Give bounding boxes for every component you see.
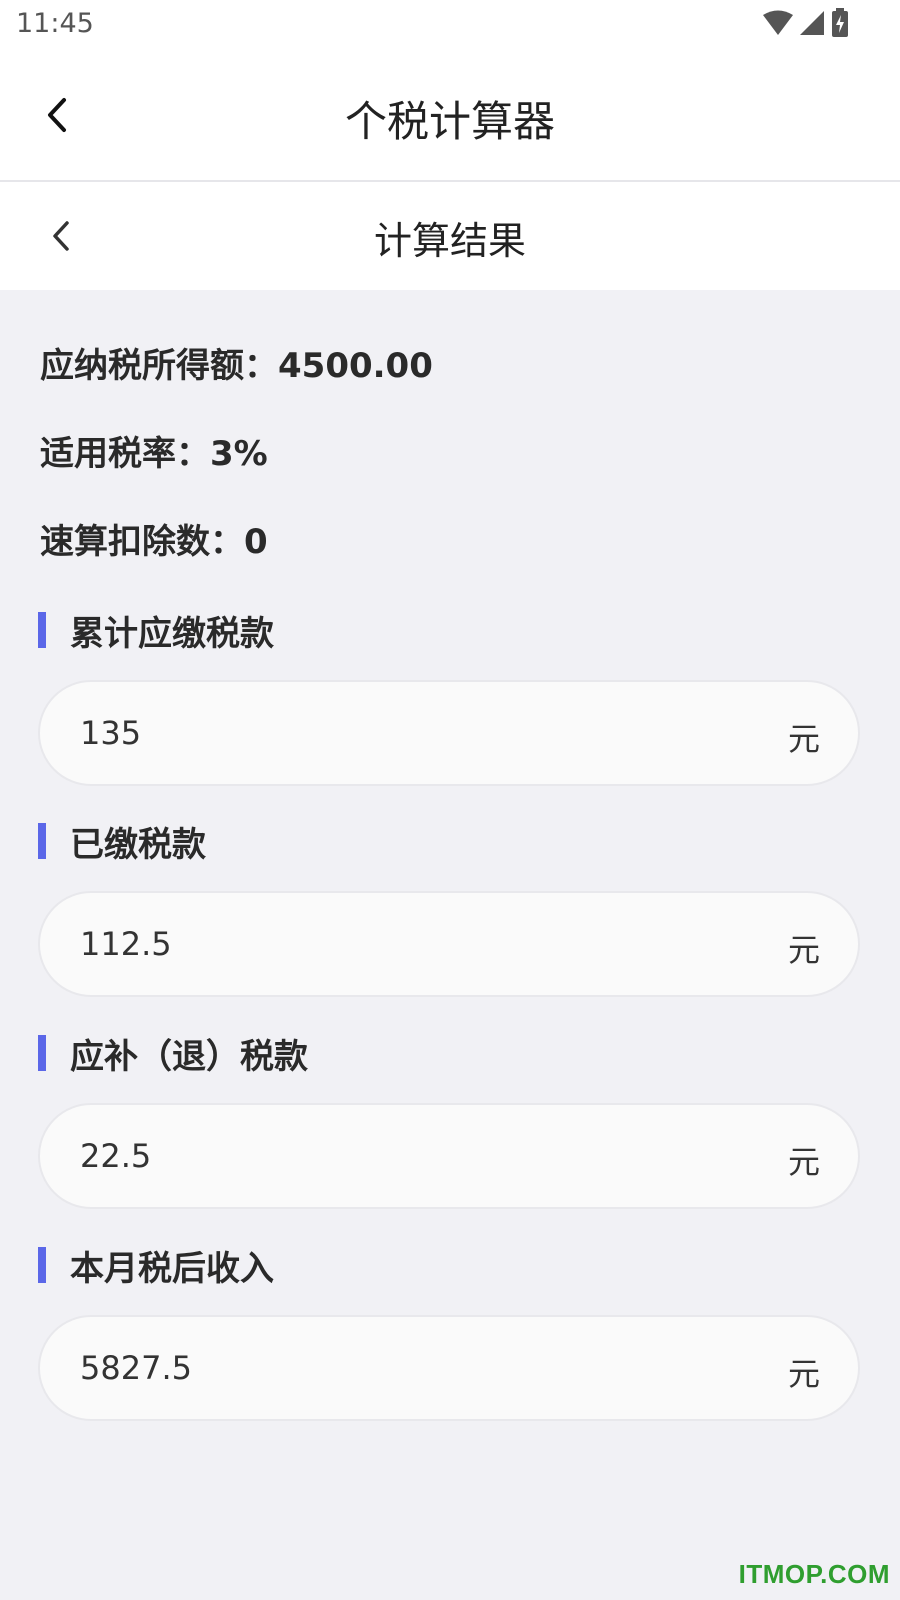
app-bar: 个税计算器 xyxy=(0,50,900,182)
summary-value: 3% xyxy=(210,434,268,474)
field-value: 5827.5 xyxy=(80,1349,192,1387)
section-paid-tax: 已缴税款 xyxy=(38,821,206,865)
sub-title: 计算结果 xyxy=(373,219,526,263)
summary-label: 速算扣除数： xyxy=(40,522,244,562)
section-title: 已缴税款 xyxy=(70,824,206,865)
cumulative-tax-field[interactable]: 135 元 xyxy=(38,680,860,786)
section-accent-bar xyxy=(38,612,46,648)
watermark: ITMOP.COM xyxy=(738,1559,890,1589)
wifi-icon xyxy=(762,10,794,40)
section-cumulative-tax: 累计应缴税款 xyxy=(38,610,274,654)
section-title: 应补（退）税款 xyxy=(70,1036,308,1077)
status-icons xyxy=(762,8,850,42)
field-unit: 元 xyxy=(787,1355,820,1393)
paid-tax-field[interactable]: 112.5 元 xyxy=(38,891,860,997)
summary-value: 4500.00 xyxy=(278,346,433,386)
section-title: 本月税后收入 xyxy=(70,1248,274,1289)
quick-deduction-row: 速算扣除数：0 xyxy=(40,514,268,563)
taxable-income-row: 应纳税所得额：4500.00 xyxy=(40,338,433,387)
status-time: 11:45 xyxy=(16,8,94,39)
status-bar: 11:45 xyxy=(0,0,900,50)
field-unit: 元 xyxy=(787,931,820,969)
section-refund-tax: 应补（退）税款 xyxy=(38,1033,308,1077)
summary-value: 0 xyxy=(244,522,268,562)
section-accent-bar xyxy=(38,1035,46,1071)
section-accent-bar xyxy=(38,823,46,859)
refund-tax-field[interactable]: 22.5 元 xyxy=(38,1103,860,1209)
summary-label: 适用税率： xyxy=(40,434,210,474)
page-title: 个税计算器 xyxy=(344,97,555,146)
after-tax-income-field[interactable]: 5827.5 元 xyxy=(38,1315,860,1421)
field-value: 22.5 xyxy=(80,1137,152,1175)
section-after-tax-income: 本月税后收入 xyxy=(38,1245,274,1289)
summary-label: 应纳税所得额： xyxy=(40,346,278,386)
tax-rate-row: 适用税率：3% xyxy=(40,426,268,475)
field-value: 112.5 xyxy=(80,925,172,963)
field-unit: 元 xyxy=(787,1143,820,1181)
sub-header: 计算结果 xyxy=(0,182,900,290)
battery-icon xyxy=(830,8,850,42)
section-accent-bar xyxy=(38,1247,46,1283)
field-value: 135 xyxy=(80,714,142,752)
field-unit: 元 xyxy=(787,720,820,758)
section-title: 累计应缴税款 xyxy=(70,613,274,654)
signal-icon xyxy=(798,10,826,40)
